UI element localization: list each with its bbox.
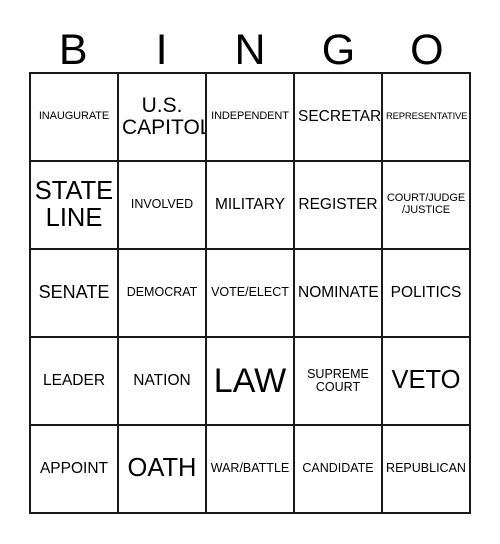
bingo-cell-r2c2[interactable]: INVOLVED <box>119 162 207 250</box>
bingo-cell-label: CANDIDATE <box>302 461 374 476</box>
bingo-header-row: BINGO <box>29 14 471 72</box>
bingo-cell-label: INAUGURATE <box>38 110 110 123</box>
bingo-cell-r2c4[interactable]: REGISTER <box>295 162 383 250</box>
bingo-card: B I N G O INAUGURATE U.S. CAPITOL INDEPENDENT S… <box>0 0 500 544</box>
bingo-cell-label: LAW <box>213 361 287 400</box>
bingo-header-letter-i: I <box>155 26 168 74</box>
bingo-cell-r1c5[interactable]: REPRESENTATIVE <box>383 74 471 162</box>
bingo-cell-label: REPRESENTATIVE <box>386 110 468 122</box>
bingo-cell-r1c1[interactable]: INAUGURATE <box>31 74 119 162</box>
bingo-cell-r4c4[interactable]: SUPREME COURT <box>295 338 383 426</box>
bingo-cell-label: APPOINT <box>39 459 109 477</box>
bingo-cell-label: WAR/BATTLE <box>210 461 290 476</box>
bingo-cell-label: INDEPENDENT <box>211 110 289 123</box>
bingo-cell-r2c5[interactable]: COURT/JUDGE /JUSTICE <box>383 162 471 250</box>
bingo-cell-label: REGISTER <box>298 195 378 213</box>
bingo-cell-r1c3[interactable]: INDEPENDENT <box>207 74 295 162</box>
bingo-cell-r1c2[interactable]: U.S. CAPITOL <box>119 74 207 162</box>
bingo-header-letter-o: O <box>410 26 444 74</box>
bingo-cell-label: INVOLVED <box>130 197 194 212</box>
bingo-cell-label: REPUBLICAN <box>386 461 466 476</box>
bingo-cell-r5c3[interactable]: WAR/BATTLE <box>207 426 295 514</box>
bingo-cell-r1c4[interactable]: SECRETARY <box>295 74 383 162</box>
bingo-cell-r3c2[interactable]: DEMOCRAT <box>119 250 207 338</box>
bingo-header-letter-n: N <box>234 26 266 74</box>
bingo-cell-label: NATION <box>133 371 191 389</box>
bingo-cell-r3c3[interactable]: VOTE/ELECT <box>207 250 295 338</box>
bingo-cell-r4c5[interactable]: VETO <box>383 338 471 426</box>
bingo-header-letter-g: G <box>321 26 356 74</box>
bingo-cell-label: VOTE/ELECT <box>211 285 289 300</box>
bingo-cell-label: VETO <box>391 366 461 395</box>
bingo-cell-r3c4[interactable]: NOMINATE <box>295 250 383 338</box>
bingo-cell-r4c1[interactable]: LEADER <box>31 338 119 426</box>
bingo-cell-r4c2[interactable]: NATION <box>119 338 207 426</box>
bingo-grid: INAUGURATE U.S. CAPITOL INDEPENDENT SECRETA… <box>29 72 471 514</box>
bingo-cell-label: MILITARY <box>214 195 286 213</box>
bingo-cell-label: U.S. CAPITOL <box>122 93 207 139</box>
bingo-cell-r5c5[interactable]: REPUBLICAN <box>383 426 471 514</box>
bingo-cell-label: STATE LINE <box>34 176 114 232</box>
bingo-cell-label: SENATE <box>38 282 110 303</box>
bingo-cell-r3c5[interactable]: POLITICS <box>383 250 471 338</box>
bingo-cell-r4c3[interactable]: LAW <box>207 338 295 426</box>
bingo-cell-r2c3[interactable]: MILITARY <box>207 162 295 250</box>
bingo-cell-r5c1[interactable]: APPOINT <box>31 426 119 514</box>
bingo-cell-r3c1[interactable]: SENATE <box>31 250 119 338</box>
bingo-header-letter-b: B <box>58 26 88 74</box>
bingo-cell-label: SECRETARY <box>298 107 383 125</box>
bingo-cell-r2c1[interactable]: STATE LINE <box>31 162 119 250</box>
bingo-cell-label: OATH <box>127 454 197 483</box>
bingo-cell-label: NOMINATE <box>298 283 379 301</box>
bingo-cell-r5c4[interactable]: CANDIDATE <box>295 426 383 514</box>
bingo-cell-label: LEADER <box>42 371 106 389</box>
bingo-cell-r5c2[interactable]: OATH <box>119 426 207 514</box>
bingo-cell-label: DEMOCRAT <box>126 285 198 300</box>
bingo-cell-label: POLITICS <box>390 283 462 301</box>
bingo-cell-label: COURT/JUDGE /JUSTICE <box>386 192 466 216</box>
bingo-cell-label: SUPREME COURT <box>307 366 369 394</box>
